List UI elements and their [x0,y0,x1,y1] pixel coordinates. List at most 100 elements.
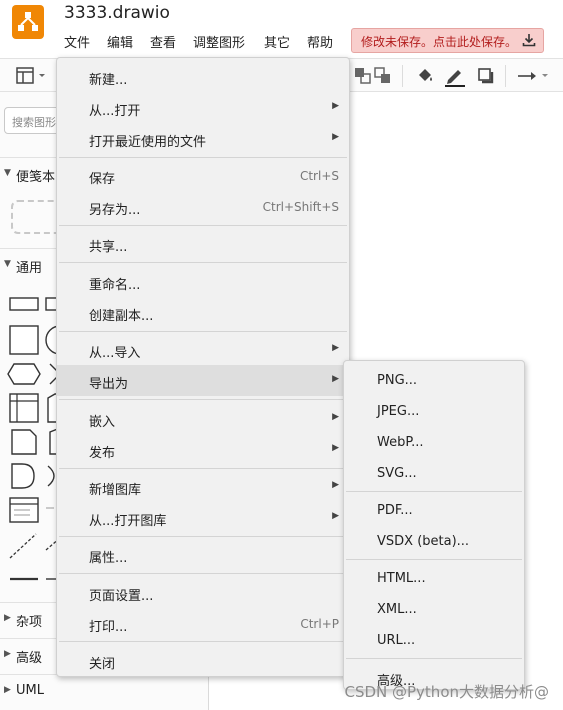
watermark: CSDN @Python大数据分析@ [344,683,549,701]
menu-item-open-recent[interactable]: 打开最近使用的文件 ▶ [57,123,349,154]
export-vsdx[interactable]: VSDX (beta)... [344,526,524,557]
section-label: 高级 [16,651,43,666]
menu-separator [346,559,522,560]
to-back-icon[interactable] [374,67,392,85]
menu-help[interactable]: 帮助 [307,32,333,51]
menu-item-shortcut: Ctrl+S [299,169,339,183]
menu-item-open-from[interactable]: 从...打开 ▶ [57,92,349,123]
menu-arrange[interactable]: 调整图形 [193,32,245,51]
menu-item-label: 保存 [89,172,116,187]
menu-item-label: SVG... [377,466,417,481]
shadow-icon[interactable] [477,67,495,85]
chevron-right-icon: ▶ [332,132,339,142]
export-svg[interactable]: SVG... [344,458,524,489]
menu-item-publish[interactable]: 发布 ▶ [57,434,349,465]
menu-separator [346,491,522,492]
menu-item-share[interactable]: 共享... [57,228,349,259]
chevron-right-icon: ▶ [332,412,339,422]
export-jpeg[interactable]: JPEG... [344,396,524,427]
menu-view[interactable]: 查看 [150,32,176,51]
chevron-right-icon: ▶ [4,613,11,623]
menu-item-label: HTML... [377,571,426,586]
section-label: 便笺本 [16,170,56,185]
panel-layout-icon[interactable] [16,67,48,85]
menu-item-open-library-from[interactable]: 从...打开图库 ▶ [57,502,349,533]
chevron-right-icon: ▶ [332,480,339,490]
unsaved-changes-label: 修改未保存。点击此处保存。 [361,35,518,49]
menu-separator [59,399,347,400]
fill-color-icon[interactable] [416,67,434,85]
menu-item-label: JPEG... [377,404,420,419]
drawio-logo-icon [18,12,38,31]
menu-item-new-library[interactable]: 新增图库 ▶ [57,471,349,502]
menu-item-label: 另存为... [89,203,141,218]
menu-item-label: 新增图库 [89,483,142,498]
menu-item-save-as[interactable]: 另存为... Ctrl+Shift+S [57,191,349,222]
chevron-right-icon: ▶ [332,101,339,111]
export-xml[interactable]: XML... [344,594,524,625]
menu-item-shortcut: Ctrl+P [300,617,339,631]
menu-item-print[interactable]: 打印... Ctrl+P [57,608,349,639]
menu-separator [59,573,347,574]
menu-item-label: 新建... [89,73,128,88]
section-label: 杂项 [16,615,43,630]
chevron-right-icon: ▶ [332,443,339,453]
chevron-right-icon: ▶ [332,511,339,521]
menu-extras[interactable]: 其它 [264,32,290,51]
line-color-icon[interactable] [444,67,466,87]
menu-item-new[interactable]: 新建... [57,61,349,92]
menu-item-close[interactable]: 关闭 [57,645,349,676]
menu-item-page-setup[interactable]: 页面设置... [57,577,349,608]
menu-item-properties[interactable]: 属性... [57,539,349,570]
export-html[interactable]: HTML... [344,563,524,594]
toolbar-divider [505,65,506,87]
sidebar-section-uml[interactable]: ▶ UML [0,674,209,704]
chevron-right-icon: ▶ [4,685,11,695]
menu-item-label: PNG... [377,373,418,388]
menu-item-embed[interactable]: 嵌入 ▶ [57,403,349,434]
menu-item-label: 从...打开 [89,104,141,119]
menu-item-shortcut: Ctrl+Shift+S [262,200,339,214]
export-webp[interactable]: WebP... [344,427,524,458]
menu-item-label: PDF... [377,503,413,518]
menu-item-rename[interactable]: 重命名... [57,266,349,297]
shape-thumbnails[interactable] [0,282,60,582]
unsaved-changes-button[interactable]: 修改未保存。点击此处保存。 [351,28,544,53]
menu-edit[interactable]: 编辑 [107,32,133,51]
menu-item-label: 关闭 [89,657,116,672]
to-front-icon[interactable] [354,67,372,85]
menu-separator [59,157,347,158]
chevron-right-icon: ▶ [332,343,339,353]
menu-item-label: 打印... [89,620,128,635]
export-pdf[interactable]: PDF... [344,495,524,526]
menu-item-save[interactable]: 保存 Ctrl+S [57,160,349,191]
menu-item-label: 打开最近使用的文件 [89,135,207,150]
chevron-down-icon: ▼ [4,259,11,269]
export-png[interactable]: PNG... [344,365,524,396]
menu-separator [59,225,347,226]
general-shapes-palette [0,282,60,582]
menu-separator [59,536,347,537]
section-label: UML [16,683,44,698]
section-label: 通用 [16,261,43,276]
menu-item-label: 共享... [89,240,128,255]
menu-item-label: 创建副本... [89,309,154,324]
menu-item-export-as[interactable]: 导出为 ▶ [57,365,349,396]
menu-separator [59,262,347,263]
menu-file[interactable]: 文件 [64,32,90,51]
menu-item-label: 从...打开图库 [89,514,167,529]
menu-item-label: 嵌入 [89,415,116,430]
file-menu: 新建... 从...打开 ▶ 打开最近使用的文件 ▶ 保存 Ctrl+S 另存为… [56,57,350,677]
drawio-logo [12,5,44,39]
toolbar-divider [402,65,403,87]
export-url[interactable]: URL... [344,625,524,656]
menu-item-import-from[interactable]: 从...导入 ▶ [57,334,349,365]
menu-item-label: 从...导入 [89,346,141,361]
menu-item-label: URL... [377,633,416,648]
chevron-right-icon: ▶ [4,649,11,659]
menu-item-label: 页面设置... [89,589,154,604]
menu-item-make-copy[interactable]: 创建副本... [57,297,349,328]
menu-separator [59,468,347,469]
document-title[interactable]: 3333.drawio [64,3,170,23]
connection-style-icon[interactable] [517,67,553,85]
